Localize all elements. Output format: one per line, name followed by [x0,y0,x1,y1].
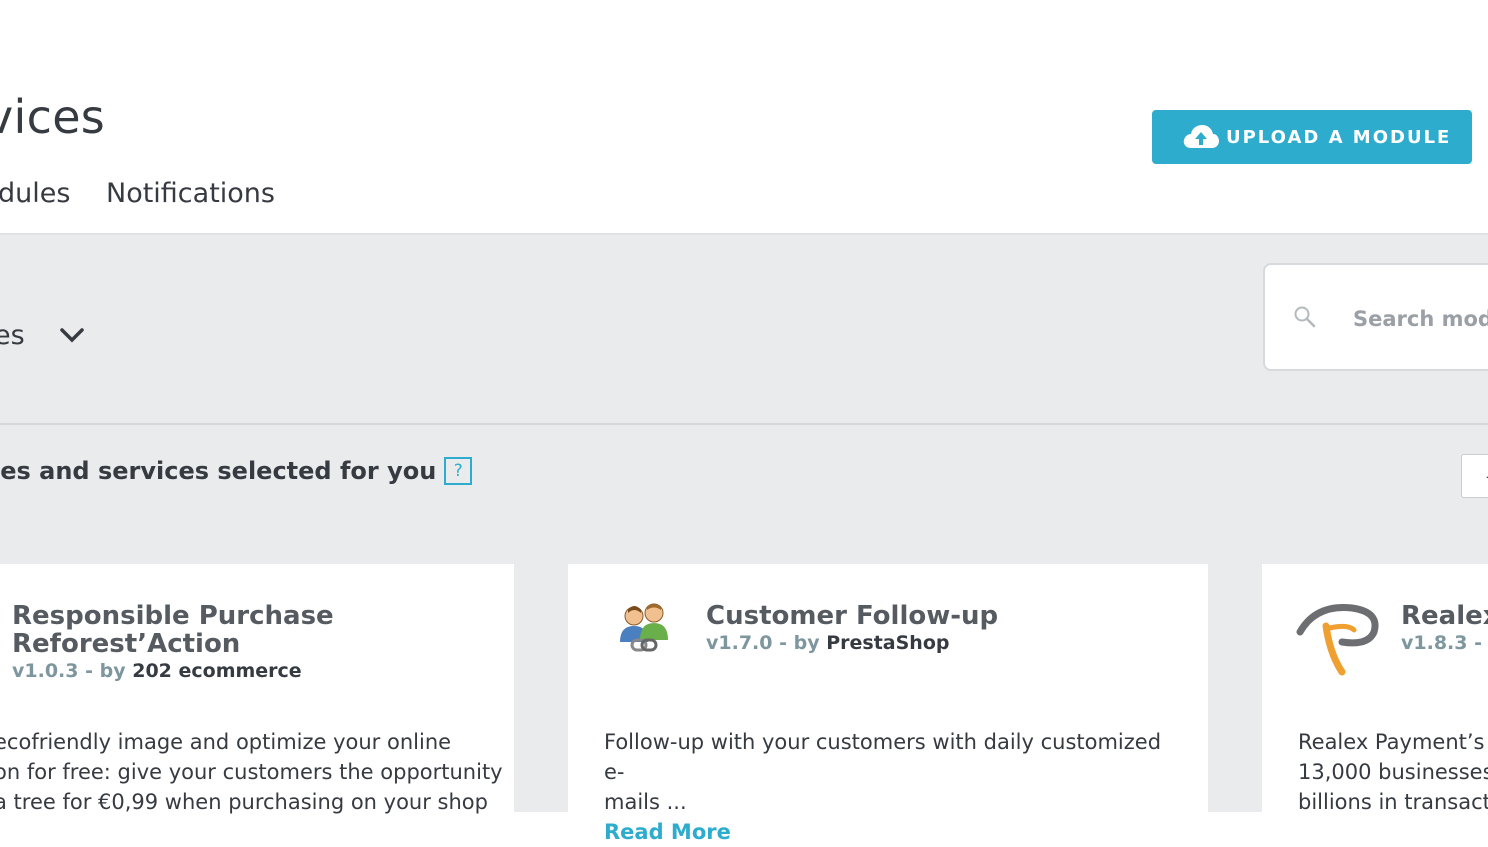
customers-link-icon [620,603,668,652]
module-name[interactable]: Customer Follow-up [706,602,998,630]
page-header: vices UPLOAD A MODULE dules Notification… [0,0,1488,235]
module-description: ecofriendly image and optimize your onli… [0,730,503,814]
module-card: Realex v1.8.3 - by Realex Payment’s c 13… [1262,564,1488,824]
realex-logo-icon [1296,604,1379,676]
search-icon [1294,306,1316,328]
section-action-button[interactable]: - [1461,454,1488,498]
module-author: PrestaShop [826,632,950,654]
tab-modules[interactable]: dules [0,178,70,209]
help-icon[interactable]: ? [444,457,473,485]
module-description: Follow-up with your customers with daily… [604,727,1184,847]
read-more-link[interactable]: Read More [604,817,1184,847]
module-meta: v1.8.3 - by [1401,632,1488,654]
module-card: Responsible Purchase Reforest’Action v1.… [0,564,514,824]
page-title: vices [0,90,106,144]
module-author: 202 ecommerce [132,660,302,682]
tab-notifications[interactable]: Notifications [106,178,275,209]
search-input[interactable] [1351,301,1488,337]
section-title: les and services selected for you ? [0,457,473,485]
category-select[interactable]: es [0,315,85,355]
module-meta: v1.0.3 - by 202 ecommerce [12,660,302,682]
upload-module-button[interactable]: UPLOAD A MODULE [1152,110,1472,164]
module-name[interactable]: Realex [1401,602,1488,630]
module-description: Realex Payment’s c 13,000 businesses bil… [1298,730,1488,814]
module-card: Customer Follow-up v1.7.0 - by PrestaSho… [568,564,1208,844]
search-box [1263,263,1488,371]
category-select-label: es [0,319,25,351]
cloud-upload-icon [1183,125,1219,148]
chevron-down-icon [59,328,84,343]
section-title-text: les and services selected for you [0,457,437,485]
upload-module-label: UPLOAD A MODULE [1226,126,1452,148]
module-meta: v1.7.0 - by PrestaShop [706,632,950,654]
modules-section: les and services selected for you ? - Re… [0,425,1488,844]
module-name[interactable]: Responsible Purchase Reforest’Action [12,602,334,658]
filter-toolbar: es [0,235,1488,425]
